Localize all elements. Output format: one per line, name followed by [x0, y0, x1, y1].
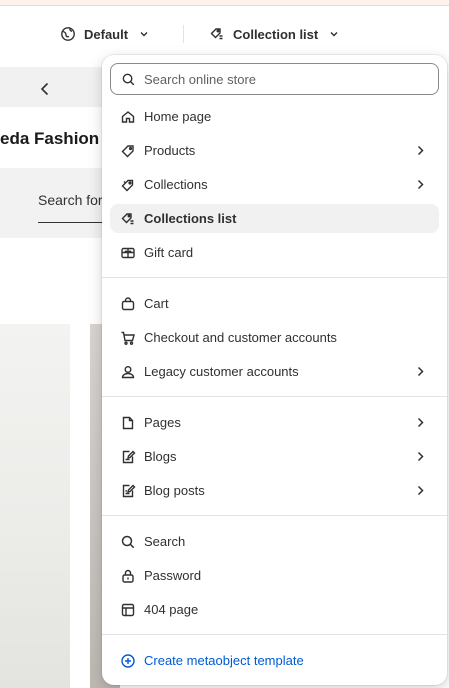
chevron-right-icon	[417, 451, 424, 462]
menu-item-collections[interactable]: Collections	[110, 170, 439, 199]
template-label: Collection list	[233, 26, 319, 42]
menu-item-label: Blog posts	[144, 483, 205, 498]
menu-item-label: Password	[144, 568, 202, 583]
menu-item-label: Checkout and customer accounts	[144, 330, 337, 345]
chevron-down-icon	[140, 32, 148, 37]
product-image	[0, 324, 70, 688]
menu-item-blog-posts[interactable]: Blog posts	[110, 476, 439, 505]
preview-search-text[interactable]: Search for	[38, 192, 103, 208]
gift-card-icon	[120, 245, 136, 261]
layout-icon	[120, 602, 136, 618]
menu-item-label: Collections list	[144, 211, 237, 226]
home-icon	[120, 109, 136, 125]
plus-circle-icon	[120, 653, 136, 669]
chevron-right-icon	[417, 145, 424, 156]
preview-nav-strip	[0, 67, 110, 107]
blog-icon	[120, 449, 136, 465]
menu-item-label: Home page	[144, 109, 212, 124]
menu-item-checkout[interactable]: Checkout and customer accounts	[110, 323, 439, 352]
lock-icon	[120, 568, 136, 584]
chevron-right-icon	[417, 179, 424, 190]
menu-item-blogs[interactable]: Blogs	[110, 442, 439, 471]
menu-item-label: Gift card	[144, 245, 194, 260]
template-selector[interactable]: Collection list	[209, 23, 340, 45]
blog-post-icon	[120, 483, 136, 499]
search-icon	[120, 534, 136, 550]
menu-item-collections-list[interactable]: Collections list	[110, 204, 439, 233]
menu-divider	[102, 396, 447, 397]
menu-item-label: Blogs	[144, 449, 177, 464]
menu-item-products[interactable]: Products	[110, 136, 439, 165]
chevron-down-icon	[330, 32, 338, 37]
globe-icon	[61, 27, 75, 41]
menu-item-label: Legacy customer accounts	[144, 364, 299, 379]
menu-divider	[102, 515, 447, 516]
menu-item-cart[interactable]: Cart	[110, 289, 439, 318]
chevron-right-icon	[417, 366, 424, 377]
menu-item-label: Products	[144, 143, 196, 158]
theme-selector[interactable]: Default	[60, 23, 150, 45]
menu-item-home-page[interactable]: Home page	[110, 102, 439, 131]
dropdown-search[interactable]	[110, 63, 439, 95]
search-input[interactable]	[144, 71, 424, 87]
tag-icon	[120, 143, 136, 159]
menu-item-label: Cart	[144, 296, 169, 311]
menu-item-label: 404 page	[144, 602, 199, 617]
template-dropdown: Home page Products Collections Collectio…	[102, 55, 447, 685]
menu-item-gift-card[interactable]: Gift card	[110, 238, 439, 267]
menu-item-label: Search	[144, 534, 186, 549]
preview-search-underline	[38, 222, 108, 223]
editor-topbar: Default Collection list	[0, 6, 449, 61]
person-icon	[120, 364, 136, 380]
cart-icon	[120, 330, 136, 346]
chevron-right-icon	[417, 417, 424, 428]
page-icon	[120, 415, 136, 431]
collections-list-icon	[120, 211, 136, 227]
create-metaobject-template-link[interactable]: Create metaobject template	[110, 646, 439, 675]
topbar-divider	[183, 25, 184, 43]
menu-item-pages[interactable]: Pages	[110, 408, 439, 437]
menu-divider	[102, 634, 447, 635]
menu-item-password[interactable]: Password	[110, 561, 439, 590]
search-icon	[122, 73, 135, 85]
bag-icon	[120, 296, 136, 312]
collections-list-icon	[210, 28, 223, 40]
menu-item-label: Collections	[144, 177, 208, 192]
chevron-right-icon	[417, 485, 424, 496]
menu-divider	[102, 277, 447, 278]
chevron-left-icon[interactable]	[36, 80, 54, 98]
theme-label: Default	[84, 26, 129, 42]
store-name: eda Fashion	[0, 129, 100, 148]
collection-icon	[120, 177, 136, 193]
menu-item-label: Create metaobject template	[144, 653, 304, 668]
menu-item-legacy-customer-accounts[interactable]: Legacy customer accounts	[110, 357, 439, 386]
menu-item-404-page[interactable]: 404 page	[110, 595, 439, 624]
menu-item-label: Pages	[144, 415, 181, 430]
menu-item-search[interactable]: Search	[110, 527, 439, 556]
